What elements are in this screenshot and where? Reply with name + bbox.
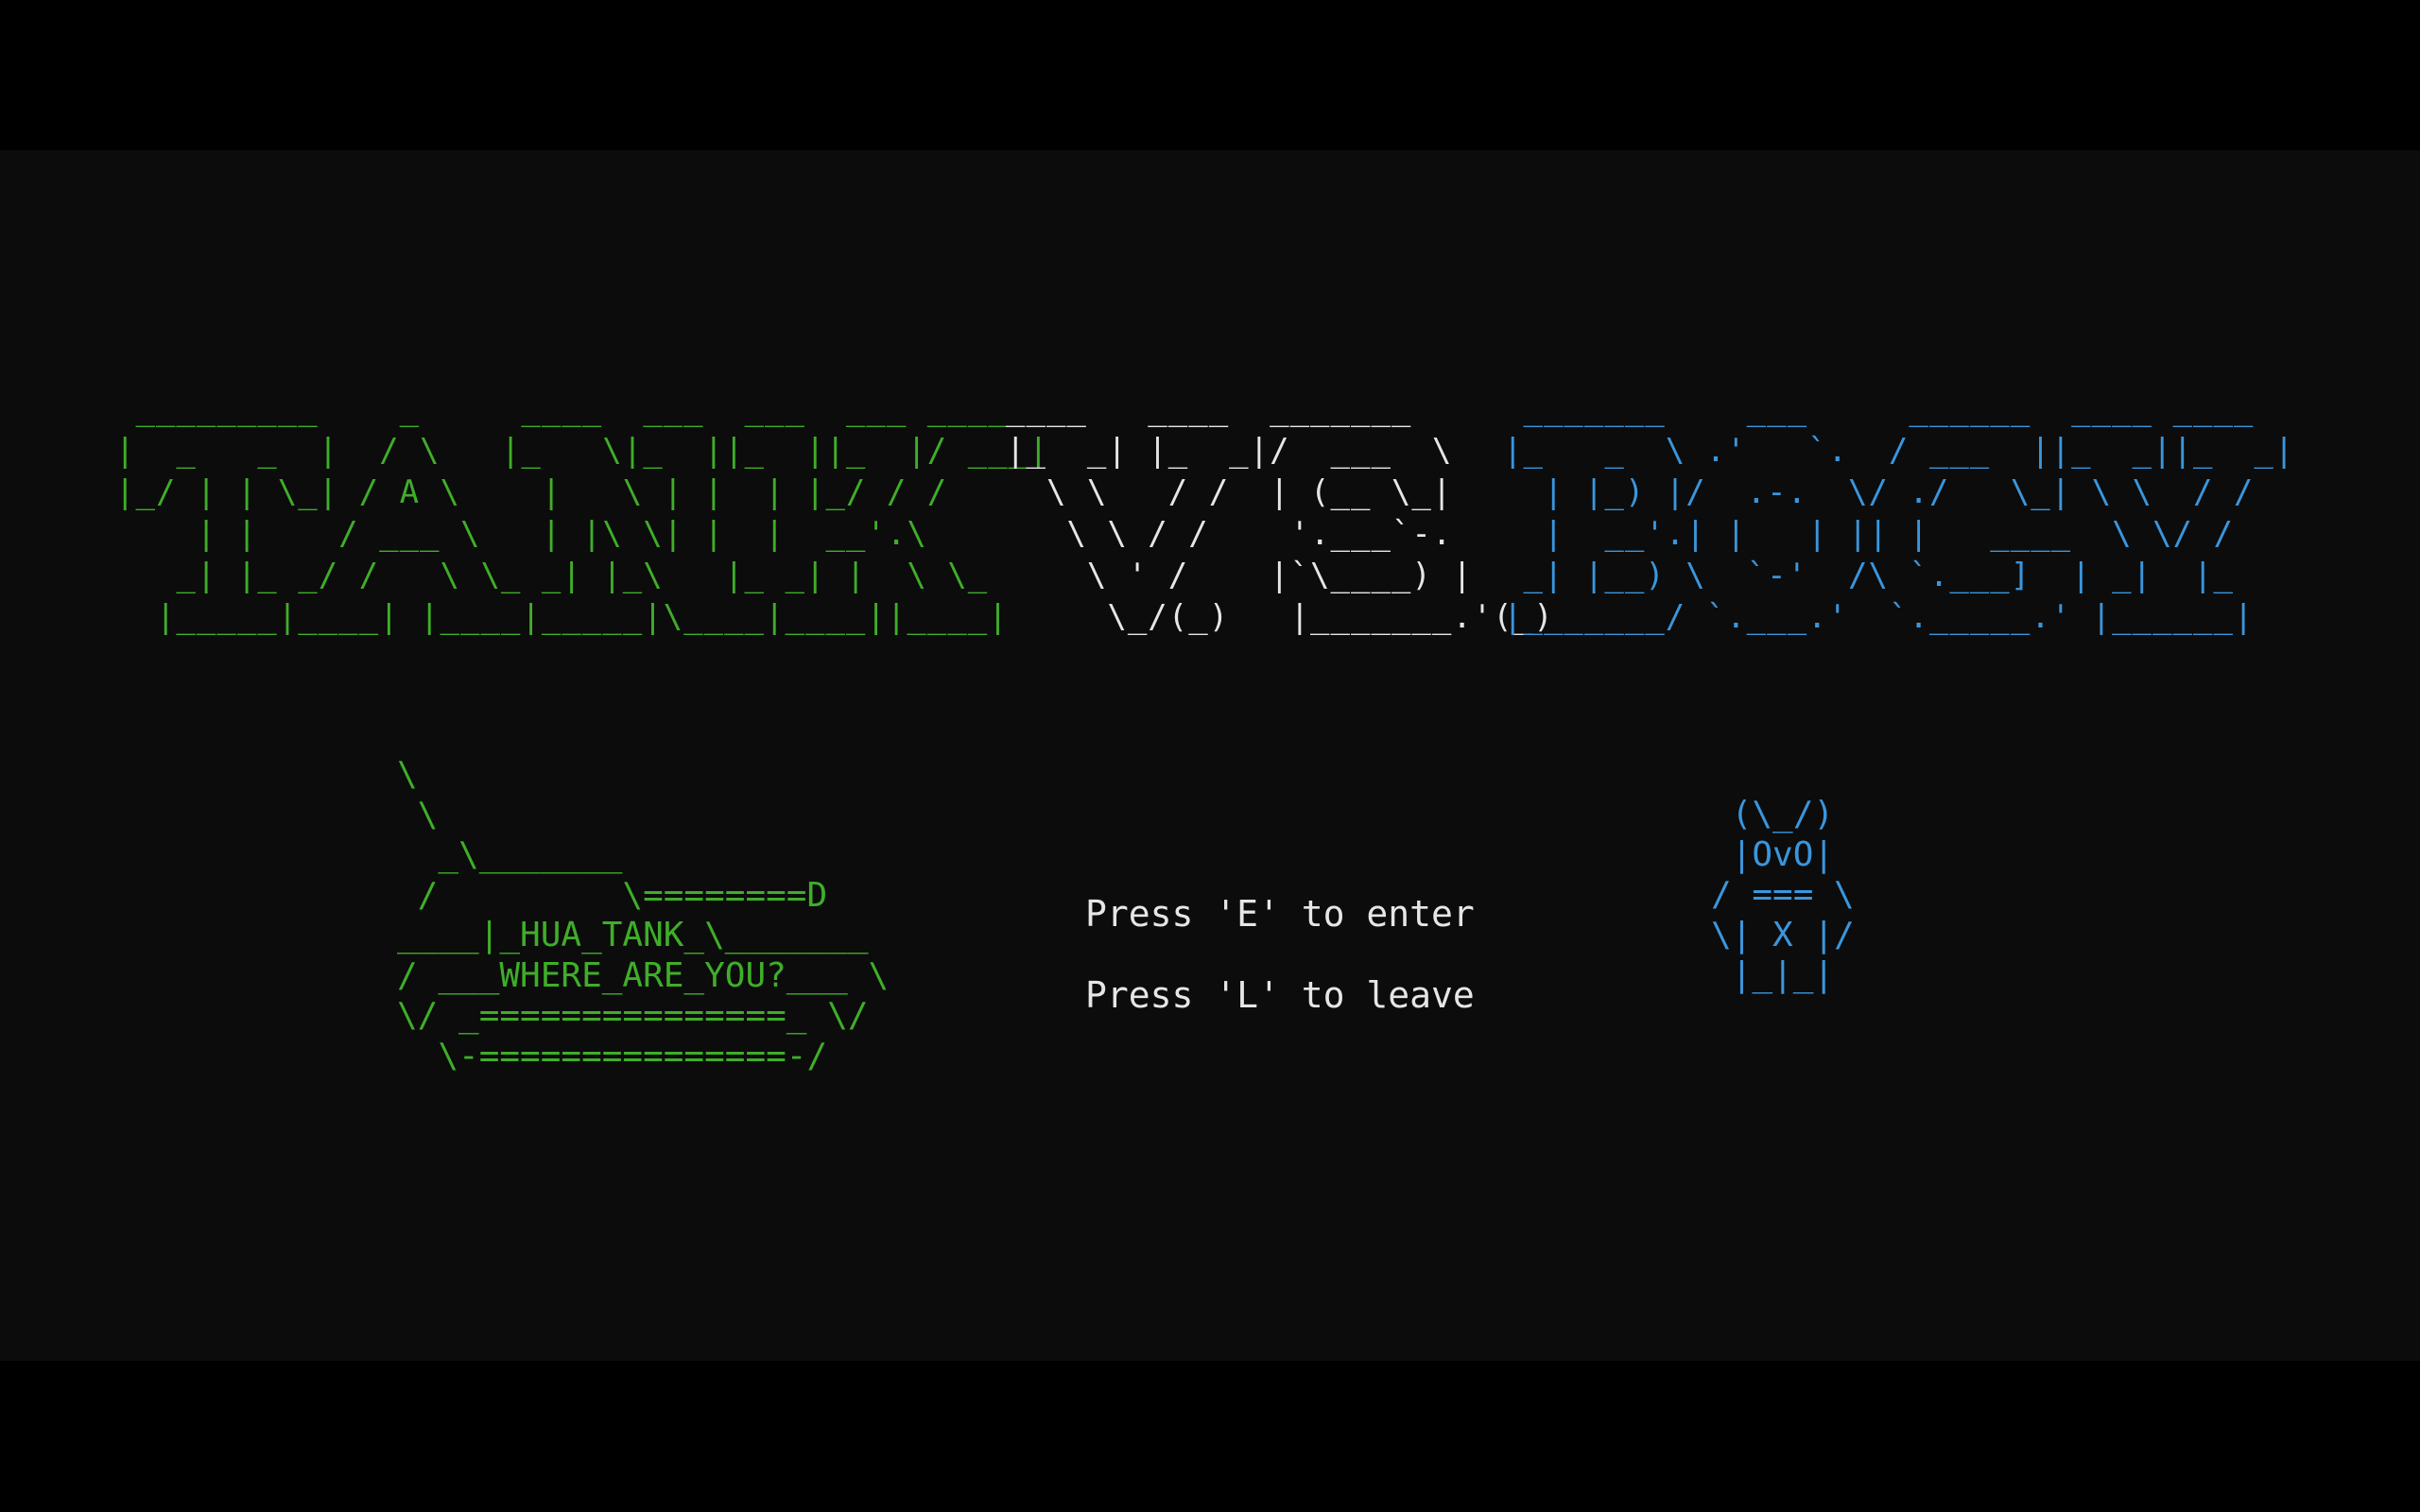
title-bogy-line: _______ ___ ______ ____ ____	[1503, 390, 2255, 428]
title-tank-line: | | / ___ \ | |\ \| | | __'.\	[115, 515, 927, 553]
title-tank-ascii: _________ _ ____ ___ ___ ___ ____ | _ _ …	[115, 388, 1049, 638]
console-window: _________ _ ____ ___ ___ ___ ____ | _ _ …	[0, 150, 2420, 1361]
title-vs-line: |_ _| |_ _|/ ___ \	[1006, 432, 1453, 470]
title-vs-line: \ \ / / '.___`-.	[1006, 515, 1453, 553]
title-bogy-line: | __'.| | | || | ____ \ \/ /	[1503, 515, 2234, 553]
bogy-art-line: \| X |/	[1711, 915, 1855, 954]
menu-leave-option[interactable]: Press 'L' to leave	[1085, 954, 1475, 1036]
tank-art-line: ____|_HUA_TANK_\_______	[397, 916, 869, 954]
title-vs-line: \_/(_) |_______.'(_)	[1006, 598, 1554, 636]
title-bogy-ascii: _______ ___ ______ ____ ____ |_ _ \ .' `…	[1503, 388, 2294, 638]
bogy-art-line: |OvO|	[1711, 834, 1835, 874]
tank-art-line: / ___WHERE_ARE_YOU?___ \	[397, 955, 890, 995]
title-tank-line: _________ _ ____ ___ ___ ___ ____	[115, 390, 1009, 428]
tank-art-line: \	[397, 795, 439, 834]
bogy-art-line: / === \	[1711, 875, 1855, 914]
tank-art-line: \	[397, 755, 418, 794]
title-bogy-line: | |_) |/ .-. \/ ./ \_| \ \ / /	[1503, 473, 2255, 511]
tank-art-line: _\_______	[397, 835, 623, 874]
title-vs-line: ____ ____ _______	[1006, 390, 1412, 428]
tank-art-line: / \========D	[397, 875, 828, 915]
title-tank-line: | _ _ | / \ |_ \|_ ||_ ||_ |/ ___|	[115, 432, 1049, 470]
tank-art-line: \/ _===============_ \/	[397, 996, 869, 1035]
title-bogy-line: |_______/ `.___.' `._____.' |______|	[1503, 598, 2255, 636]
tank-ascii-art: \ \ _\_______ / \========D ____|_HUA_TAN…	[397, 755, 889, 1076]
title-vs-line: \ ' / |`\____) |	[1006, 557, 1473, 594]
title-bogy-line: |_ _ \ .' `. / ___ ||_ _||_ _|	[1503, 432, 2295, 470]
tank-art-line: \-===============-/	[397, 1036, 828, 1075]
title-tank-line: _| |_ _/ / \ \_ _| |_\ |_ _| | \ \_	[115, 557, 989, 594]
title-tank-line: |_____|____| |____|_____|\____|____||___…	[115, 598, 1009, 636]
game-screen: _________ _ ____ ___ ___ ___ ____ | _ _ …	[0, 0, 2420, 1512]
title-tank-line: |_/ | | \_| / A \ | \ | | | |_/ / /	[115, 473, 948, 511]
menu-enter-option[interactable]: Press 'E' to enter	[1085, 873, 1475, 954]
title-vs-line: \ \ / / | (__ \_|	[1006, 473, 1453, 511]
bogy-art-line: (\_/)	[1711, 795, 1835, 833]
bogy-art-line: |_|_|	[1711, 955, 1835, 994]
title-bogy-line: _| |__) \ `-' /\ `.___] | _| |_	[1503, 557, 2234, 594]
title-vs-ascii: ____ ____ _______ |_ _| |_ _|/ ___ \ \ \…	[1006, 388, 1554, 638]
bogy-ascii-art: (\_/) |OvO| / === \ \| X |/ |_|_|	[1711, 795, 1855, 996]
main-menu: Press 'E' to enter Press 'L' to leave	[1085, 873, 1475, 1036]
